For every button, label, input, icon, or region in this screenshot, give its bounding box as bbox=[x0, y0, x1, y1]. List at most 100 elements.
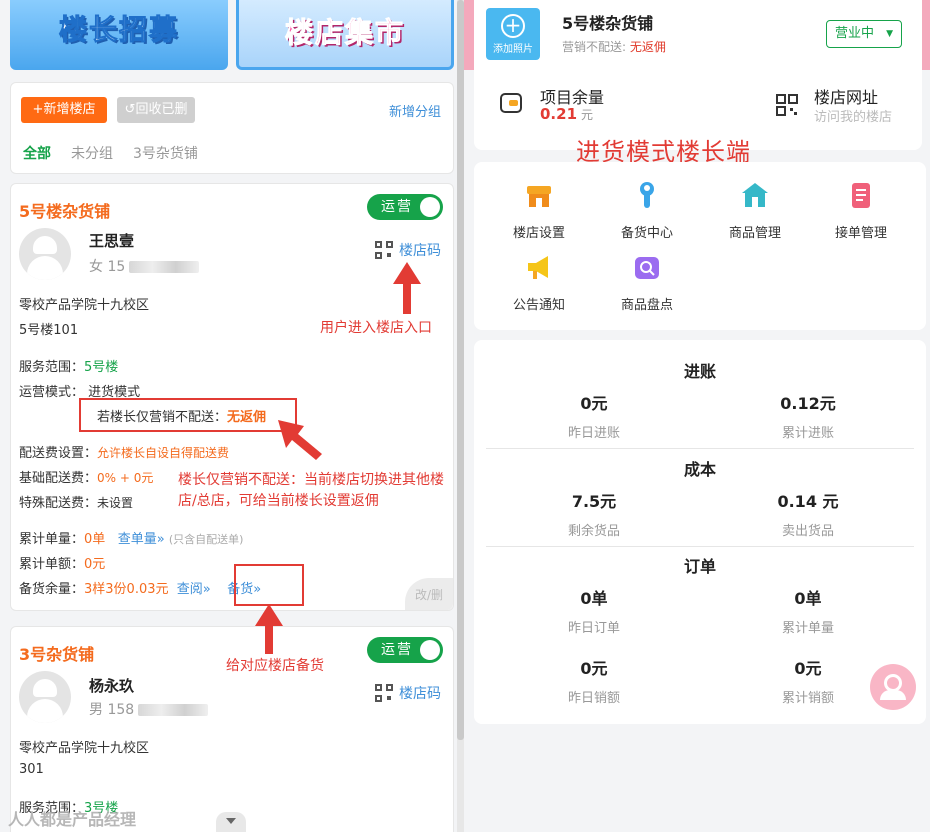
balance-amount: 0.21 bbox=[540, 105, 578, 123]
operate-toggle[interactable]: 运营 bbox=[367, 194, 443, 220]
add-photo-button[interactable]: + 添加照片 bbox=[486, 8, 540, 60]
annotation-qr-entry: 用户进入楼店入口 bbox=[320, 320, 432, 336]
house-icon bbox=[742, 183, 768, 207]
phone-blur bbox=[138, 704, 209, 716]
cost-remaining-value: 7.5元 bbox=[571, 492, 617, 511]
menu-label: 接单管理 bbox=[834, 226, 887, 241]
owner-contact: 男 158 bbox=[89, 699, 209, 719]
menu-announcements[interactable]: 公告通知 bbox=[484, 252, 594, 313]
owner-phone: 15 bbox=[107, 259, 126, 275]
income-total-value: 0.12元 bbox=[780, 394, 836, 413]
total-orders-label: 累计单量： bbox=[19, 532, 85, 547]
service-range-value: 5号楼 bbox=[84, 360, 119, 375]
menu-inventory-check[interactable]: 商品盘点 bbox=[592, 252, 702, 313]
shop-url-label[interactable]: 楼店网址 bbox=[814, 84, 878, 108]
fee-setting-value: 允许楼长自设自得配送费 bbox=[97, 446, 230, 460]
address-line2: 301 bbox=[19, 762, 44, 777]
stock-label: 备货余量： bbox=[19, 582, 85, 597]
owner-phone: 158 bbox=[107, 702, 135, 718]
total-amount-label: 累计单额： bbox=[19, 557, 85, 572]
recruit-banner[interactable]: 楼长招募 bbox=[10, 0, 228, 70]
store-list-pane: 楼长招募 楼店集市 +新增楼店 ↺回收已删 新增分组 全部 未分组 3号杂货铺 … bbox=[0, 0, 464, 832]
menu-stock-center[interactable]: 备货中心 bbox=[592, 180, 702, 241]
qr-code-icon[interactable] bbox=[776, 94, 798, 116]
menu-label: 商品管理 bbox=[728, 226, 781, 241]
cost-title: 成本 bbox=[683, 460, 716, 479]
market-banner[interactable]: 楼店集市 bbox=[236, 0, 454, 70]
income-total-label: 累计进账 bbox=[781, 426, 834, 441]
wrench-icon bbox=[640, 182, 654, 208]
qr-label: 楼店码 bbox=[399, 243, 441, 259]
add-group-link[interactable]: 新增分组 bbox=[389, 101, 441, 120]
annotation-box-no-delivery bbox=[79, 398, 297, 432]
address-line2: 5号楼101 bbox=[19, 323, 79, 338]
orders-title: 订单 bbox=[683, 557, 716, 576]
total-amount-value: 0元 bbox=[84, 557, 106, 572]
income-title: 进账 bbox=[683, 362, 716, 381]
sales-total-value: 0元 bbox=[794, 659, 822, 678]
qr-code-icon bbox=[375, 684, 393, 702]
filter-card: +新增楼店 ↺回收已删 新增分组 全部 未分组 3号杂货铺 bbox=[10, 82, 454, 174]
check-orders-note: (只含自配送单) bbox=[168, 533, 244, 546]
store-qr-link[interactable]: 楼店码 bbox=[375, 683, 441, 703]
scrollbar-thumb[interactable] bbox=[457, 0, 464, 740]
menu-order-management[interactable]: 接单管理 bbox=[806, 180, 916, 241]
edit-delete-button[interactable]: 改/删 bbox=[405, 578, 453, 610]
base-fee: 基础配送费：0% + 0元 bbox=[19, 467, 153, 486]
function-menu: 楼店设置 备货中心 商品管理 接单管理 公告通知 商品盘点 bbox=[474, 162, 926, 330]
store-qr-link[interactable]: 楼店码 bbox=[375, 240, 441, 260]
owner-gender: 男 bbox=[89, 702, 103, 718]
annotation-arrow-up bbox=[255, 604, 283, 654]
cost-sold-value: 0.14 元 bbox=[777, 492, 839, 511]
recycle-deleted-button[interactable]: ↺回收已删 bbox=[117, 97, 195, 123]
avatar bbox=[19, 228, 71, 280]
orders-total-label: 累计单量 bbox=[781, 621, 834, 636]
header-accent bbox=[922, 0, 930, 70]
phone-blur bbox=[129, 261, 200, 273]
header-accent bbox=[464, 0, 474, 70]
stock-view-link[interactable]: 查阅» bbox=[177, 582, 211, 597]
owner-contact: 女 15 bbox=[89, 256, 200, 276]
toggle-knob bbox=[420, 640, 440, 660]
total-orders: 累计单量：0单 查单量» (只含自配送单) bbox=[19, 528, 243, 547]
toggle-knob bbox=[420, 197, 440, 217]
status-select[interactable]: 营业中 ▼ bbox=[826, 20, 902, 48]
shop-url-sub[interactable]: 访问我的楼店 bbox=[814, 106, 892, 125]
special-fee-value: 未设置 bbox=[97, 496, 134, 510]
chevron-down-icon: ▼ bbox=[886, 29, 893, 39]
operate-toggle[interactable]: 运营 bbox=[367, 637, 443, 663]
customer-service-icon[interactable] bbox=[870, 664, 916, 710]
qr-label: 楼店码 bbox=[399, 686, 441, 702]
total-orders-value: 0单 bbox=[84, 532, 106, 547]
group-tab-store3[interactable]: 3号杂货铺 bbox=[133, 143, 198, 163]
annotation-box-restock bbox=[234, 564, 304, 606]
toggle-label: 运营 bbox=[381, 199, 413, 215]
shop-name: 5号楼杂货铺 bbox=[562, 14, 654, 33]
qr-code-icon bbox=[375, 241, 393, 259]
stock-value: 3样3份0.03元 bbox=[84, 582, 169, 597]
recruit-banner-text: 楼长招募 bbox=[58, 13, 179, 47]
operate-mode-label: 运营模式： bbox=[19, 385, 85, 400]
sales-total-label: 累计销额 bbox=[781, 691, 834, 706]
income-yesterday-value: 0元 bbox=[580, 394, 608, 413]
special-fee-label: 特殊配送费： bbox=[19, 496, 98, 511]
add-store-button[interactable]: +新增楼店 bbox=[21, 97, 107, 123]
menu-label: 楼店设置 bbox=[512, 226, 565, 241]
check-orders-link[interactable]: 查单量» bbox=[118, 532, 165, 547]
plus-icon: + bbox=[501, 14, 525, 38]
menu-store-settings[interactable]: 楼店设置 bbox=[484, 180, 594, 241]
service-range-label: 服务范围： bbox=[19, 360, 85, 375]
group-tab-ungrouped[interactable]: 未分组 bbox=[71, 143, 113, 163]
store-card: 5号楼杂货铺 运营 王思壹 女 15 楼店码 零校产品学院十九校区 5号楼101… bbox=[10, 183, 454, 611]
menu-label: 备货中心 bbox=[620, 226, 673, 241]
income-yesterday-label: 昨日进账 bbox=[567, 426, 620, 441]
add-photo-label: 添加照片 bbox=[493, 44, 533, 55]
menu-product-management[interactable]: 商品管理 bbox=[700, 180, 810, 241]
fee-setting-label: 配送费设置： bbox=[19, 446, 98, 461]
orders-total-value: 0单 bbox=[794, 589, 822, 608]
balance-unit: 元 bbox=[581, 108, 594, 122]
divider bbox=[486, 448, 914, 449]
group-tab-all[interactable]: 全部 bbox=[23, 143, 51, 163]
owner-name: 王思壹 bbox=[89, 232, 135, 250]
scroll-down-icon[interactable] bbox=[216, 812, 246, 832]
